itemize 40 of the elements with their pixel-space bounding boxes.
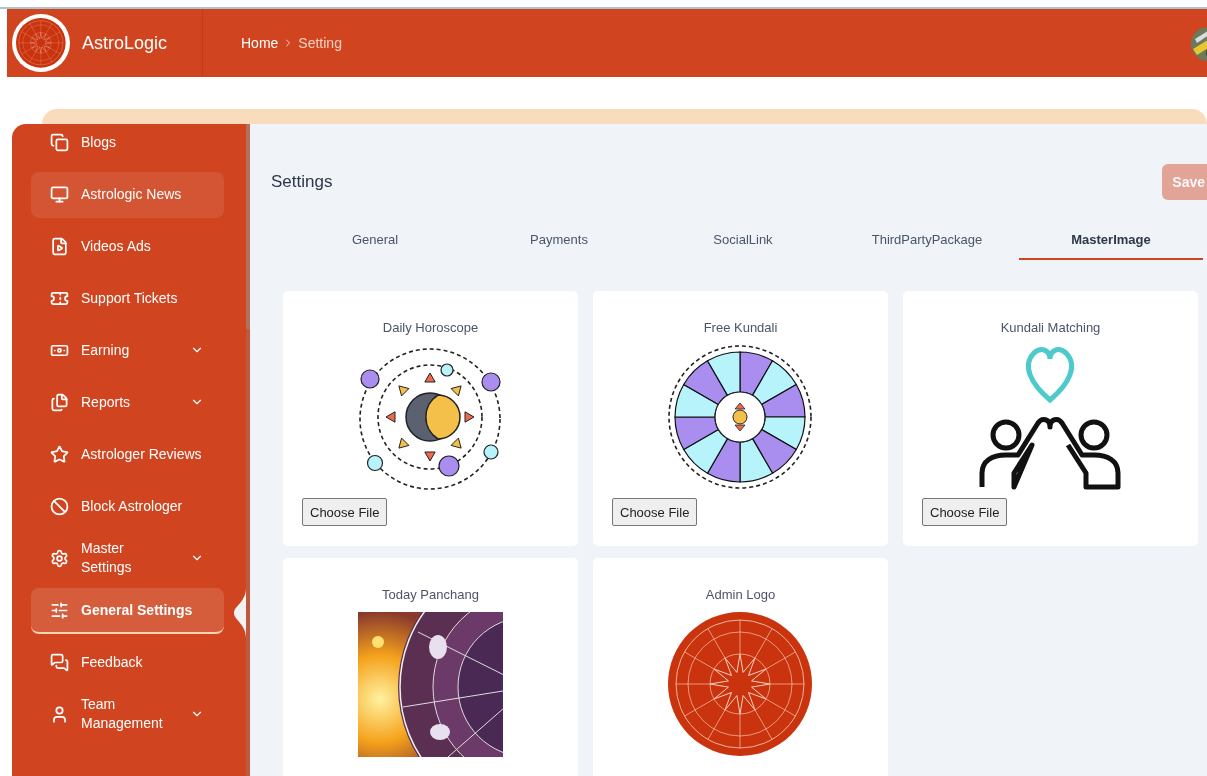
star-icon	[50, 444, 69, 464]
chat-icon	[50, 652, 69, 672]
card-title: Today Panchang	[382, 587, 479, 602]
sidebar-item[interactable]: Support Tickets	[31, 276, 224, 322]
choose-file-button[interactable]: Choose File	[922, 498, 1008, 526]
documents-icon	[50, 392, 69, 412]
sidebar-item[interactable]: Team Management	[31, 692, 224, 738]
scrollbar-thumb[interactable]	[246, 124, 250, 329]
video-file-icon	[50, 236, 69, 256]
brand-name: AstroLogic	[82, 32, 168, 54]
sidebar-item[interactable]: Astrologer Reviews	[31, 432, 224, 478]
settings-icon	[50, 548, 69, 568]
ban-icon	[50, 496, 69, 516]
sidebar-item[interactable]: Feedback	[31, 640, 224, 686]
choose-file-button[interactable]: Choose File	[302, 498, 388, 526]
sidebar-item[interactable]: Earning	[31, 328, 224, 374]
sidebar-item[interactable]: Block Astrologer	[31, 484, 224, 530]
tab[interactable]: General	[283, 221, 467, 260]
tab[interactable]: Payments	[467, 221, 651, 260]
tab[interactable]: SocialLink	[651, 221, 835, 260]
tab[interactable]: MasterImage	[1019, 221, 1203, 260]
sidebar-item[interactable]: Master Settings	[31, 536, 224, 582]
breadcrumb-item[interactable]: Home	[241, 35, 279, 51]
card-title: Daily Horoscope	[382, 320, 479, 335]
card-title: Admin Logo	[705, 587, 776, 602]
sliders-icon	[50, 600, 69, 620]
choose-file-button[interactable]: Choose File	[612, 498, 698, 526]
user-icon	[50, 704, 69, 724]
card-title: Kundali Matching	[1000, 320, 1101, 335]
logo-icon	[12, 14, 70, 72]
page-title: Settings	[271, 171, 333, 192]
copy-icon	[50, 132, 69, 152]
card-title: Free Kundali	[703, 320, 778, 335]
sidebar-item[interactable]: Reports	[31, 380, 224, 426]
monitor-icon	[50, 184, 69, 204]
breadcrumb-item: Setting	[298, 35, 342, 51]
tab[interactable]: ThirdPartyPackage	[835, 221, 1019, 260]
sidebar-item[interactable]: Astrologic News	[31, 172, 224, 218]
sidebar-item[interactable]: Videos Ads	[31, 224, 224, 270]
sidebar-item[interactable]: Blogs	[31, 124, 224, 166]
